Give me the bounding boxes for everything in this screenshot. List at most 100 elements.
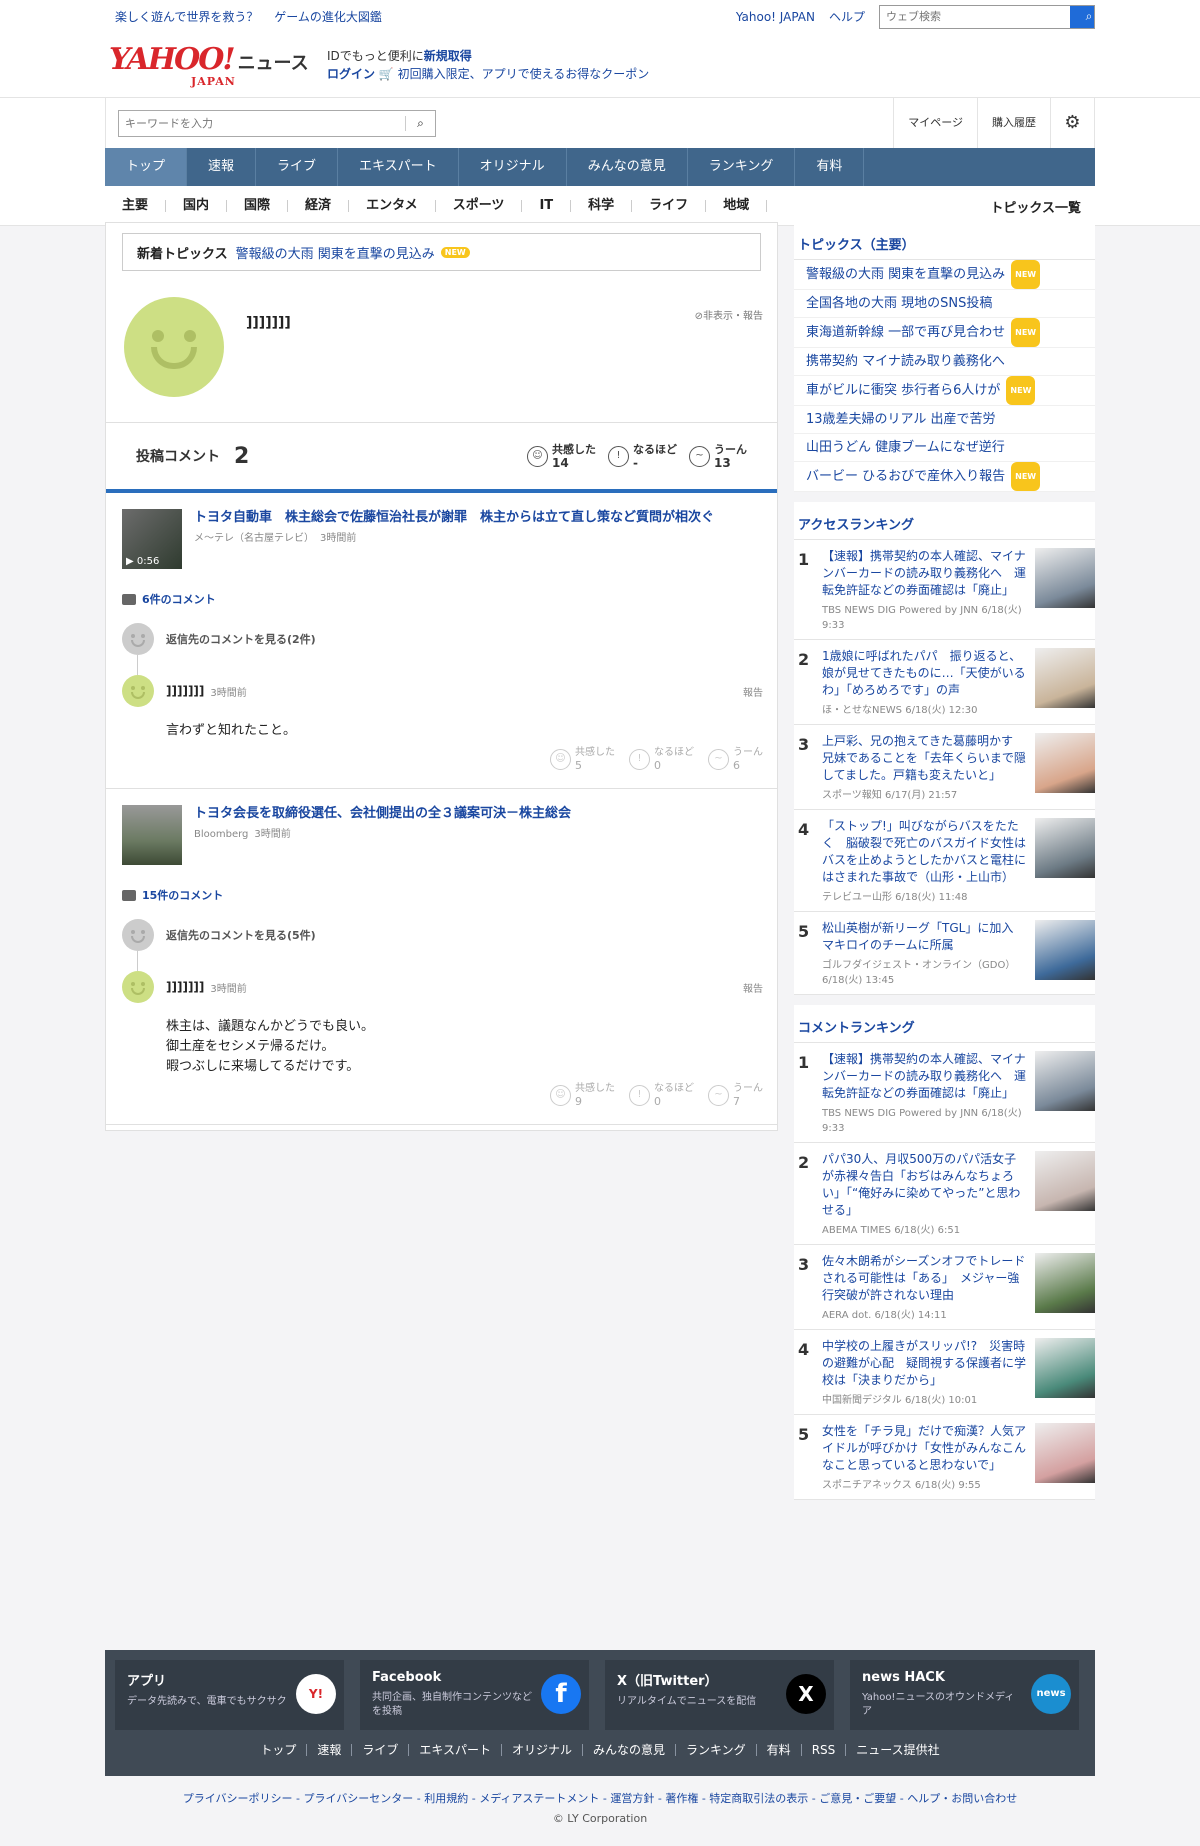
rank-thumbnail[interactable] xyxy=(1035,1151,1095,1211)
rank-title[interactable]: 「ストップ!」叫びながらバスをたたく 脳破裂で死亡のバスガイド女性はバスを止めよ… xyxy=(822,818,1027,886)
category-tab[interactable]: 国際 xyxy=(227,199,289,212)
footer-card[interactable]: X（旧Twitter） リアルタイムでニュースを配信 X xyxy=(605,1660,834,1730)
article-title[interactable]: トヨタ会長を取締役選任、会社側提出の全３議案可決－株主総会 xyxy=(194,805,571,823)
footer-link[interactable]: ライブ xyxy=(352,1744,410,1756)
nav-tab[interactable]: ライブ xyxy=(256,148,339,186)
footer-link[interactable]: 有料 xyxy=(757,1744,802,1756)
rank-title[interactable]: 1歳娘に呼ばれたパパ 振り返ると、娘が見せてきたものに…「天使がいるわ」「めろめ… xyxy=(822,648,1027,699)
topic-item[interactable]: 車がビルに衝突 歩行者ら6人けが NEW xyxy=(794,376,1095,406)
comments-link[interactable]: 15件のコメント xyxy=(122,887,763,903)
ranking-item[interactable]: 3 佐々木朗希がシーズンオフでトレードされる可能性は「ある」 メジャー強行突破が許… xyxy=(794,1245,1095,1330)
report-link[interactable]: 報告 xyxy=(743,980,763,995)
purchase-history-link[interactable]: 購入履歴 xyxy=(977,98,1050,148)
ranking-item[interactable]: 1 【速報】携帯契約の本人確認、マイナンバーカードの読み取り義務化へ 運転免許証な… xyxy=(794,540,1095,640)
new-topics-link[interactable]: 警報級の大雨 関東を直撃の見込み xyxy=(236,243,435,262)
hide-report-link[interactable]: ⊘非表示・報告 xyxy=(695,307,763,322)
footer-link[interactable]: RSS xyxy=(802,1744,847,1756)
reaction-button[interactable]: ~ うーん 13 xyxy=(689,443,747,470)
web-search-button[interactable]: ⌕ xyxy=(1070,5,1094,28)
comment-user[interactable]: ]]]]]]] xyxy=(166,684,204,698)
nav-tab[interactable]: 有料 xyxy=(795,148,865,186)
see-reply-link[interactable]: 返信先のコメントを見る(2件) xyxy=(122,623,763,655)
legal-links[interactable]: プライバシーポリシー - プライバシーセンター - 利用規約 - メディアステー… xyxy=(0,1790,1200,1806)
topic-item[interactable]: 山田うどん 健康ブームになぜ逆行 xyxy=(794,434,1095,462)
article-thumbnail[interactable] xyxy=(122,805,182,865)
category-tab[interactable]: 科学 xyxy=(571,199,633,212)
ranking-item[interactable]: 3 上戸彩、兄の抱えてきた葛藤明かす 兄妹であることを「去年くらいまで隠してました… xyxy=(794,725,1095,810)
promo-link-2[interactable]: ゲームの進化大図鑑 xyxy=(274,10,382,24)
nav-tab[interactable]: トップ xyxy=(105,148,188,186)
rank-title[interactable]: 上戸彩、兄の抱えてきた葛藤明かす 兄妹であることを「去年くらいまで隠してました。… xyxy=(822,733,1027,784)
rank-title[interactable]: 中学校の上履きがスリッパ!? 災害時の避難が心配 疑問視する保護者に学校は「決ま… xyxy=(822,1338,1027,1389)
signup-link[interactable]: 新規取得 xyxy=(424,49,472,63)
topic-item[interactable]: 13歳差夫婦のリアル 出産で苦労 xyxy=(794,406,1095,434)
article-thumbnail[interactable]: ▶ 0:56 xyxy=(122,509,182,569)
nav-tab[interactable]: みんなの意見 xyxy=(567,148,688,186)
reaction-button[interactable]: ☺ 共感した 14 xyxy=(527,443,596,470)
rank-thumbnail[interactable] xyxy=(1035,733,1095,793)
yahoo-japan-link[interactable]: Yahoo! JAPAN xyxy=(736,10,815,24)
reaction-button[interactable]: ! なるほど 0 xyxy=(629,1083,694,1108)
coupon-link[interactable]: 初回購入限定、アプリで使えるお得なクーポン xyxy=(398,67,650,81)
ranking-item[interactable]: 2 パパ30人、月収500万のパパ活女子が赤裸々告白「おぢはみんなちょろい」「“俺… xyxy=(794,1143,1095,1245)
topic-item[interactable]: 警報級の大雨 関東を直撃の見込み NEW xyxy=(794,260,1095,290)
ranking-item[interactable]: 5 女性を「チラ見」だけで痴漢？人気アイドルが呼びかけ「女性がみんなこんなこと思っ… xyxy=(794,1415,1095,1500)
rank-thumbnail[interactable] xyxy=(1035,1423,1095,1483)
category-tab[interactable]: エンタメ xyxy=(349,199,436,212)
category-tab[interactable]: 経済 xyxy=(288,199,350,212)
ranking-item[interactable]: 2 1歳娘に呼ばれたパパ 振り返ると、娘が見せてきたものに…「天使がいるわ」「めろ… xyxy=(794,640,1095,725)
footer-link[interactable]: みんなの意見 xyxy=(583,1744,677,1756)
footer-link[interactable]: ランキング xyxy=(676,1744,757,1756)
report-link[interactable]: 報告 xyxy=(743,684,763,699)
login-link[interactable]: ログイン xyxy=(327,67,375,81)
comments-link[interactable]: 6件のコメント xyxy=(122,591,763,607)
category-tab[interactable]: 地域 xyxy=(706,199,768,212)
rank-thumbnail[interactable] xyxy=(1035,1051,1095,1111)
footer-link[interactable]: オリジナル xyxy=(502,1744,584,1756)
topic-item[interactable]: 東海道新幹線 一部で再び見合わせ NEW xyxy=(794,318,1095,348)
topics-list-link[interactable]: トピックス一覧 xyxy=(990,197,1081,216)
rank-title[interactable]: 【速報】携帯契約の本人確認、マイナンバーカードの読み取り義務化へ 運転免許証など… xyxy=(822,1051,1027,1102)
category-tab[interactable]: スポーツ xyxy=(436,199,523,212)
yahoo-news-logo[interactable]: YAHOO! JAPAN ニュース xyxy=(109,45,309,89)
rank-thumbnail[interactable] xyxy=(1035,548,1095,608)
keyword-input[interactable] xyxy=(119,116,405,130)
ranking-item[interactable]: 4 中学校の上履きがスリッパ!? 災害時の避難が心配 疑問視する保護者に学校は「決… xyxy=(794,1330,1095,1415)
reaction-button[interactable]: ! なるほど - xyxy=(608,443,677,470)
comment-user[interactable]: ]]]]]]] xyxy=(166,980,204,994)
promo-link-1[interactable]: 楽しく遊んで世界を救う？ xyxy=(115,10,258,24)
rank-thumbnail[interactable] xyxy=(1035,648,1095,708)
category-tab[interactable]: IT xyxy=(522,199,572,212)
nav-tab[interactable]: 速報 xyxy=(187,148,257,186)
reaction-button[interactable]: ☺ 共感した 9 xyxy=(550,1083,615,1108)
rank-thumbnail[interactable] xyxy=(1035,1253,1095,1313)
category-tab[interactable]: ライフ xyxy=(632,199,707,212)
nav-tab[interactable]: オリジナル xyxy=(459,148,567,186)
ranking-item[interactable]: 5 松山英樹が新リーグ「TGL」に加入 マキロイのチームに所属 ゴルフダイジェスト・… xyxy=(794,912,1095,995)
rank-title[interactable]: 佐々木朗希がシーズンオフでトレードされる可能性は「ある」 メジャー強行突破が許さ… xyxy=(822,1253,1027,1304)
category-tab[interactable]: 国内 xyxy=(166,199,228,212)
search-icon[interactable]: ⌕ xyxy=(405,115,435,131)
gear-icon[interactable]: ⚙ xyxy=(1050,98,1094,148)
rank-title[interactable]: 女性を「チラ見」だけで痴漢？人気アイドルが呼びかけ「女性がみんなこんなこと思って… xyxy=(822,1423,1027,1474)
topic-item[interactable]: 全国各地の大雨 現地のSNS投稿 xyxy=(794,290,1095,318)
rank-title[interactable]: パパ30人、月収500万のパパ活女子が赤裸々告白「おぢはみんなちょろい」「“俺好… xyxy=(822,1151,1027,1219)
footer-link[interactable]: 速報 xyxy=(307,1744,353,1756)
see-reply-link[interactable]: 返信先のコメントを見る(5件) xyxy=(122,919,763,951)
ranking-item[interactable]: 4 「ストップ!」叫びながらバスをたたく 脳破裂で死亡のバスガイド女性はバスを止め… xyxy=(794,810,1095,912)
rank-title[interactable]: 松山英樹が新リーグ「TGL」に加入 マキロイのチームに所属 xyxy=(822,920,1027,954)
footer-card[interactable]: アプリ データ先読みで、電車でもサクサク Y! xyxy=(115,1660,344,1730)
nav-tab[interactable]: エキスパート xyxy=(338,148,459,186)
footer-link[interactable]: ニュース提供社 xyxy=(846,1744,949,1756)
topic-item[interactable]: バービー ひるおびで産休入り報告 NEW xyxy=(794,462,1095,492)
help-link[interactable]: ヘルプ xyxy=(829,8,865,25)
ranking-item[interactable]: 1 【速報】携帯契約の本人確認、マイナンバーカードの読み取り義務化へ 運転免許証な… xyxy=(794,1043,1095,1143)
rank-thumbnail[interactable] xyxy=(1035,1338,1095,1398)
rank-thumbnail[interactable] xyxy=(1035,920,1095,980)
reaction-button[interactable]: ! なるほど 0 xyxy=(629,747,694,772)
footer-card[interactable]: Facebook 共同企画、独自制作コンテンツなどを投稿 f xyxy=(360,1660,589,1730)
reaction-button[interactable]: ☺ 共感した 5 xyxy=(550,747,615,772)
rank-thumbnail[interactable] xyxy=(1035,818,1095,878)
rank-title[interactable]: 【速報】携帯契約の本人確認、マイナンバーカードの読み取り義務化へ 運転免許証など… xyxy=(822,548,1027,599)
topic-item[interactable]: 携帯契約 マイナ読み取り義務化へ xyxy=(794,348,1095,376)
